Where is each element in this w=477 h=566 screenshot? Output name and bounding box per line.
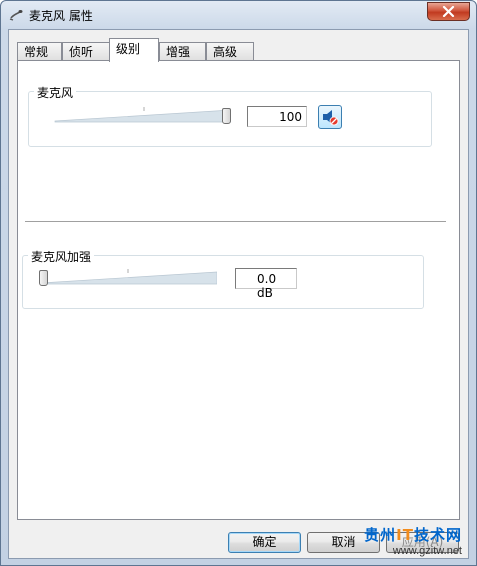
close-button[interactable]: [427, 2, 470, 21]
speaker-mute-icon: [323, 110, 339, 126]
microphone-group: 麦克风 100: [28, 84, 432, 147]
microphone-level-value[interactable]: 100: [247, 106, 307, 127]
microphone-icon: [8, 7, 24, 23]
tab-label: 常规: [24, 45, 49, 59]
watermark-url: www.gzitw.net: [392, 545, 462, 557]
microphone-label: 麦克风: [34, 84, 77, 101]
separator: [25, 221, 446, 222]
microphone-boost-group: 麦克风加强 0.0 dB: [22, 248, 424, 309]
tab-listen[interactable]: 侦听: [62, 42, 110, 60]
dialog-client-area: 常规 侦听 级别 增强 高级 麦克风 100 麦克风加强 0.0 dB 确定 取…: [8, 29, 469, 559]
microphone-boost-value[interactable]: 0.0 dB: [235, 268, 297, 300]
slider-track: [54, 107, 231, 123]
ok-button[interactable]: 确定: [228, 532, 301, 553]
tab-label: 高级: [213, 45, 238, 59]
properties-window: 麦克风 属性 常规 侦听 级别 增强 高级 麦克风 100 麦克风加强 0.0 …: [0, 0, 477, 566]
tab-strip: 常规 侦听 级别 增强 高级: [17, 38, 457, 62]
watermark-title: 贵州IT技术网: [364, 526, 462, 544]
close-x-icon: [442, 6, 455, 17]
slider-thumb[interactable]: [39, 270, 48, 286]
tab-levels[interactable]: 级别: [109, 38, 159, 62]
title-bar[interactable]: 麦克风 属性: [1, 1, 476, 29]
slider-thumb[interactable]: [222, 108, 231, 124]
tab-label: 侦听: [69, 45, 94, 59]
tab-label: 增强: [166, 45, 191, 59]
window-title: 麦克风 属性: [29, 9, 93, 23]
tab-label: 级别: [116, 42, 141, 56]
tab-enhancements[interactable]: 增强: [159, 42, 206, 60]
levels-panel: 麦克风 100 麦克风加强 0.0 dB: [17, 60, 460, 520]
mute-button[interactable]: [318, 105, 342, 129]
watermark-logo: 贵州IT技术网 www.gzitw.net: [364, 524, 462, 557]
tab-general[interactable]: 常规: [17, 42, 62, 60]
tab-advanced[interactable]: 高级: [206, 42, 254, 60]
microphone-boost-slider[interactable]: [39, 268, 217, 288]
slider-track: [40, 269, 217, 285]
microphone-boost-label: 麦克风加强: [28, 248, 95, 265]
microphone-level-slider[interactable]: [53, 106, 231, 126]
